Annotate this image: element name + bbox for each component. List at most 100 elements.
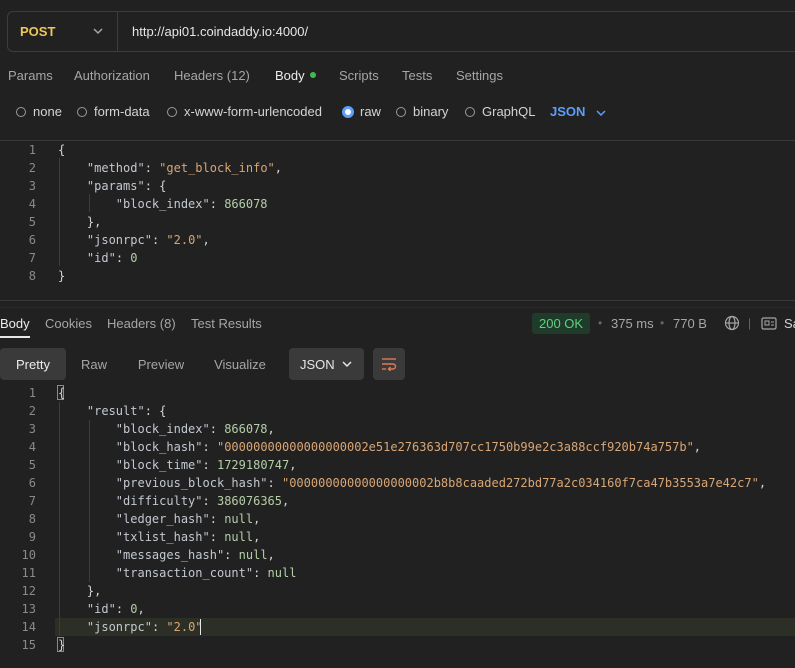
tab-headers-count: (12) (226, 68, 250, 83)
code-line: "result": { (86, 404, 167, 418)
radio-none[interactable] (16, 107, 26, 117)
line-number: 15 (21, 638, 36, 652)
line-number: 1 (28, 386, 36, 400)
line-number: 11 (21, 566, 36, 580)
line-number: 4 (28, 197, 36, 211)
radio-none-label[interactable]: none (33, 104, 62, 119)
resp-tab-body[interactable]: Body (0, 316, 30, 331)
line-number: 12 (21, 584, 36, 598)
radio-urlencoded-label[interactable]: x-www-form-urlencoded (184, 104, 322, 119)
tab-body-label: Body (275, 68, 305, 83)
line-number: 9 (28, 530, 36, 544)
view-pretty[interactable]: Pretty (0, 348, 66, 380)
tab-tests[interactable]: Tests (402, 68, 432, 83)
status-badge: 200 OK (532, 313, 591, 334)
code-line: "difficulty": 386076365, (115, 494, 290, 508)
line-number: 2 (28, 404, 36, 418)
tab-headers-label: Headers (174, 68, 224, 83)
radio-raw-label[interactable]: raw (360, 104, 381, 119)
line-number: 6 (28, 233, 36, 247)
active-tab-underline (0, 336, 30, 338)
code-line: "messages_hash": null, (115, 548, 275, 562)
response-time: 375 ms (611, 316, 654, 331)
line-number: 4 (28, 440, 36, 454)
tab-settings[interactable]: Settings (456, 68, 503, 83)
tab-headers[interactable]: Headers (12) (174, 68, 250, 83)
line-number: 5 (28, 458, 36, 472)
resp-tab-cookies[interactable]: Cookies (45, 316, 92, 331)
tab-body[interactable]: Body (275, 68, 316, 83)
code-line: "method": "get_block_info", (86, 161, 282, 175)
resp-tab-headers[interactable]: Headers (8) (107, 316, 176, 331)
separator-bar: | (748, 316, 752, 330)
divider (0, 140, 795, 141)
code-line: } (58, 638, 66, 652)
code-line: "block_index": 866078, (115, 422, 275, 436)
method-select[interactable]: POST (8, 12, 118, 51)
code-line: "params": { (86, 179, 167, 193)
code-line: "block_hash": "00000000000000000002e51e2… (115, 440, 702, 454)
line-number: 5 (28, 215, 36, 229)
code-line: "block_time": 1729180747, (115, 458, 297, 472)
radio-form-data[interactable] (77, 107, 87, 117)
line-number: 14 (21, 620, 36, 634)
chevron-down-icon (596, 110, 606, 117)
chevron-down-icon (342, 361, 352, 368)
code-line: { (58, 143, 66, 157)
radio-form-data-label[interactable]: form-data (94, 104, 150, 119)
line-number: 3 (28, 422, 36, 436)
tab-params[interactable]: Params (8, 68, 53, 83)
radio-graphql-label[interactable]: GraphQL (482, 104, 535, 119)
code-line: "block_index": 866078 (115, 197, 268, 211)
view-raw[interactable]: Raw (69, 348, 119, 380)
divider (0, 300, 795, 301)
resp-tab-test-results[interactable]: Test Results (191, 316, 262, 331)
line-number: 7 (28, 494, 36, 508)
wrap-lines-button[interactable] (373, 348, 405, 380)
tab-authorization[interactable]: Authorization (74, 68, 150, 83)
separator-dot: • (598, 316, 603, 330)
code-line: "jsonrpc": "2.0" (86, 620, 203, 634)
response-size: 770 B (673, 316, 707, 331)
view-preview[interactable]: Preview (127, 348, 195, 380)
tab-scripts[interactable]: Scripts (339, 68, 379, 83)
line-number: 7 (28, 251, 36, 265)
format-select[interactable]: JSON (289, 348, 364, 380)
code-line: "transaction_count": null (115, 566, 297, 580)
radio-urlencoded[interactable] (167, 107, 177, 117)
url-bar: POST http://api01.coindaddy.io:4000/ (7, 11, 795, 52)
separator-dot: • (660, 316, 665, 330)
code-line: }, (58, 584, 102, 598)
line-number: 13 (21, 602, 36, 616)
code-line: "id": 0, (86, 602, 145, 616)
radio-binary-label[interactable]: binary (413, 104, 448, 119)
resp-tab-headers-label: Headers (107, 316, 157, 331)
radio-binary[interactable] (396, 107, 406, 117)
radio-raw[interactable] (342, 106, 354, 118)
modified-dot-icon (309, 71, 316, 78)
radio-graphql[interactable] (465, 107, 475, 117)
view-visualize[interactable]: Visualize (205, 348, 275, 380)
line-number: 2 (28, 161, 36, 175)
code-line: }, (58, 215, 102, 229)
url-input[interactable]: http://api01.coindaddy.io:4000/ (132, 24, 308, 39)
format-label: JSON (300, 356, 335, 372)
code-line: "jsonrpc": "2.0", (86, 233, 210, 247)
code-line: { (58, 386, 66, 400)
globe-icon[interactable] (724, 315, 740, 331)
code-line: "ledger_hash": null, (115, 512, 261, 526)
code-line: "txlist_hash": null, (115, 530, 261, 544)
wrap-lines-icon (382, 358, 397, 371)
line-number: 3 (28, 179, 36, 193)
code-line: "id": 0 (86, 251, 138, 265)
divider (0, 307, 795, 308)
save-response-label[interactable]: Sa (784, 316, 795, 331)
code-line: } (58, 269, 66, 283)
line-number: 10 (21, 548, 36, 562)
line-number: 1 (28, 143, 36, 157)
line-number: 6 (28, 476, 36, 490)
line-number: 8 (28, 269, 36, 283)
language-select[interactable]: JSON (550, 104, 585, 119)
line-number: 8 (28, 512, 36, 526)
save-response-icon[interactable] (761, 317, 777, 330)
